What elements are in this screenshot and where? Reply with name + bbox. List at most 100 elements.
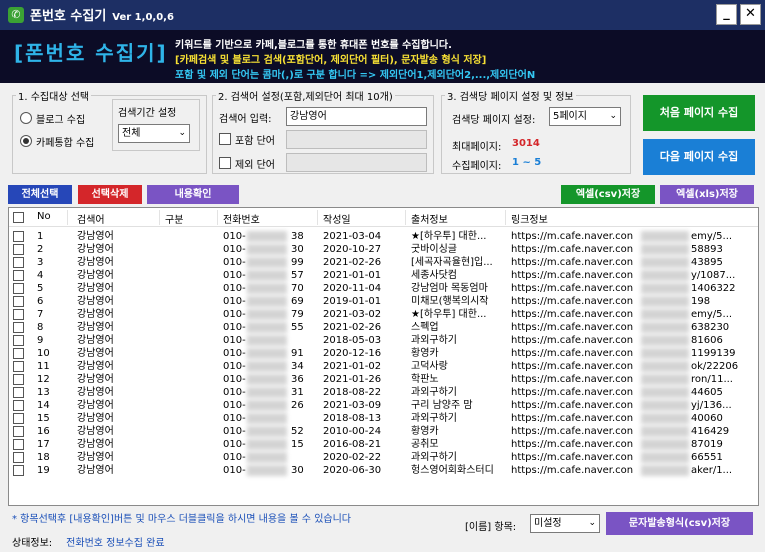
table-row[interactable]: 14 강남영어 010- 26 2021-03-09 구리 남양주 맘 https://m.… (9, 399, 758, 412)
cell-source: 고덕사랑 (411, 361, 448, 372)
row-checkbox[interactable] (13, 322, 24, 333)
max-page-value: 3014 (512, 138, 540, 149)
table-row[interactable]: 6 강남영어 010- 69 2019-01-01 미채모(행복의시작 https://m.… (9, 295, 758, 308)
row-checkbox[interactable] (13, 257, 24, 268)
col-no[interactable]: No (37, 211, 51, 222)
table-row[interactable]: 8 강남영어 010- 55 2021-02-26 스펙업 https://m.cafe.n… (9, 321, 758, 334)
cell-link-tail: emy/5... (691, 231, 733, 242)
cell-keyword: 강남영어 (77, 361, 114, 372)
row-checkbox[interactable] (13, 309, 24, 320)
item-select-value: 미설정 (534, 518, 562, 529)
exclude-input[interactable] (286, 153, 427, 172)
item-select[interactable]: 미설정 ⌄ (530, 514, 600, 533)
next-page-button[interactable]: 다음 페이지 수집 (643, 139, 755, 175)
cell-phone: 010- (223, 426, 246, 437)
minimize-button[interactable]: _ (716, 4, 737, 25)
row-checkbox[interactable] (13, 387, 24, 398)
table-row[interactable]: 17 강남영어 010- 15 2016-08-21 공취모 https://m.cafe.… (9, 438, 758, 451)
excel-xls-button[interactable]: 엑셀(xls)저장 (660, 185, 754, 204)
redaction (641, 322, 689, 333)
row-checkbox[interactable] (13, 374, 24, 385)
cell-no: 8 (37, 322, 44, 333)
cell-source: ★[하우투] 대한... (411, 231, 487, 242)
cell-no: 9 (37, 335, 44, 346)
table-row[interactable]: 12 강남영어 010- 36 2021-01-26 학판노 https://m.cafe.… (9, 373, 758, 386)
delete-selected-button[interactable]: 선택삭제 (78, 185, 142, 204)
cafe-radio[interactable] (20, 135, 32, 147)
cell-link: https://m.cafe.naver.con (511, 361, 634, 372)
exclude-checkbox[interactable] (219, 157, 231, 169)
results-table[interactable]: No 검색어 구분 전화번호 작성일 출처정보 링크정보 1 강남영어 010- 38… (8, 207, 759, 506)
row-checkbox[interactable] (13, 400, 24, 411)
include-input[interactable] (286, 130, 427, 149)
sms-csv-button[interactable]: 문자발송형식(csv)저장 (606, 512, 753, 535)
row-checkbox[interactable] (13, 244, 24, 255)
select-all-button[interactable]: 전체선택 (8, 185, 72, 204)
include-checkbox[interactable] (219, 133, 231, 145)
row-checkbox[interactable] (13, 335, 24, 346)
row-checkbox[interactable] (13, 426, 24, 437)
table-row[interactable]: 5 강남영어 010- 70 2020-11-04 강남엄마 목동엄마 https://m.… (9, 282, 758, 295)
table-row[interactable]: 3 강남영어 010- 99 2021-02-26 [세곡자곡율현]입... https:/… (9, 256, 758, 269)
cell-phone-tail: 99 (291, 257, 304, 268)
cell-link-tail: 44605 (691, 387, 723, 398)
max-page-label: 최대페이지: (452, 142, 502, 153)
row-checkbox[interactable] (13, 231, 24, 242)
header-checkbox[interactable] (13, 212, 24, 223)
table-row[interactable]: 18 강남영어 010- 2020-02-22 과외구하기 https://m.cafe.… (9, 451, 758, 464)
table-row[interactable]: 7 강남영어 010- 79 2021-03-02 ★[하우투] 대한... https:/… (9, 308, 758, 321)
close-button[interactable]: ✕ (740, 4, 761, 25)
table-row[interactable]: 15 강남영어 010- 2018-08-13 과외구하기 https://m.cafe.… (9, 412, 758, 425)
cell-phone: 010- (223, 439, 246, 450)
row-checkbox[interactable] (13, 452, 24, 463)
keyword-input[interactable]: 강남영어 (286, 107, 427, 126)
col-phone[interactable]: 전화번호 (223, 211, 260, 226)
cell-phone-tail: 26 (291, 400, 304, 411)
table-row[interactable]: 2 강남영어 010- 30 2020-10-27 굿바이싱글 https://m.cafe… (9, 243, 758, 256)
row-checkbox[interactable] (13, 270, 24, 281)
table-row[interactable]: 10 강남영어 010- 91 2020-12-16 황영카 https://m.cafe.… (9, 347, 758, 360)
cell-link: https://m.cafe.naver.con (511, 465, 634, 476)
cell-date: 2021-03-02 (323, 309, 382, 320)
per-page-value: 5페이지 (553, 111, 587, 122)
cell-link: https://m.cafe.naver.con (511, 283, 634, 294)
row-checkbox[interactable] (13, 413, 24, 424)
table-row[interactable]: 4 강남영어 010- 57 2021-01-01 세종사닷컴 https://m.cafe… (9, 269, 758, 282)
table-row[interactable]: 16 강남영어 010- 52 2010-00-24 황영카 https://m.cafe.… (9, 425, 758, 438)
period-select[interactable]: 전체 ⌄ (118, 124, 190, 143)
first-page-button[interactable]: 처음 페이지 수집 (643, 95, 755, 131)
cell-source: ★[하우투] 대한... (411, 309, 487, 320)
cell-date: 2020-06-30 (323, 465, 382, 476)
table-row[interactable]: 19 강남영어 010- 30 2020-06-30 헝스영어회화스터디 https://m… (9, 464, 758, 477)
table-row[interactable]: 11 강남영어 010- 34 2021-01-02 고덕사랑 https://m.cafe… (9, 360, 758, 373)
cell-phone-tail: 70 (291, 283, 304, 294)
row-checkbox[interactable] (13, 361, 24, 372)
cell-source: 황영카 (411, 348, 439, 359)
cell-no: 19 (37, 465, 50, 476)
row-checkbox[interactable] (13, 283, 24, 294)
row-checkbox[interactable] (13, 296, 24, 307)
cell-keyword: 강남영어 (77, 452, 114, 463)
row-checkbox[interactable] (13, 439, 24, 450)
row-checkbox[interactable] (13, 465, 24, 476)
table-row[interactable]: 13 강남영어 010- 31 2018-08-22 과외구하기 https://m.caf… (9, 386, 758, 399)
col-source[interactable]: 출처정보 (411, 211, 448, 226)
excel-csv-button[interactable]: 엑셀(csv)저장 (561, 185, 655, 204)
cell-no: 14 (37, 400, 50, 411)
cell-link-tail: y/1087... (691, 270, 736, 281)
col-keyword[interactable]: 검색어 (77, 211, 105, 226)
blog-radio[interactable] (20, 112, 32, 124)
per-page-select[interactable]: 5페이지 ⌄ (549, 107, 621, 126)
col-date[interactable]: 작성일 (323, 211, 351, 226)
cell-date: 2020-11-04 (323, 283, 382, 294)
cell-no: 17 (37, 439, 50, 450)
view-content-button[interactable]: 내용확인 (147, 185, 239, 204)
redaction (641, 231, 689, 242)
cell-link-tail: 1199139 (691, 348, 736, 359)
table-row[interactable]: 1 강남영어 010- 38 2021-03-04 ★[하우투] 대한... https:/… (9, 230, 758, 243)
row-checkbox[interactable] (13, 348, 24, 359)
col-type[interactable]: 구분 (165, 211, 183, 226)
table-row[interactable]: 9 강남영어 010- 2018-05-03 과외구하기 https://m.cafe.n… (9, 334, 758, 347)
col-link[interactable]: 링크정보 (511, 211, 548, 226)
chevron-down-icon: ⌄ (609, 111, 617, 121)
